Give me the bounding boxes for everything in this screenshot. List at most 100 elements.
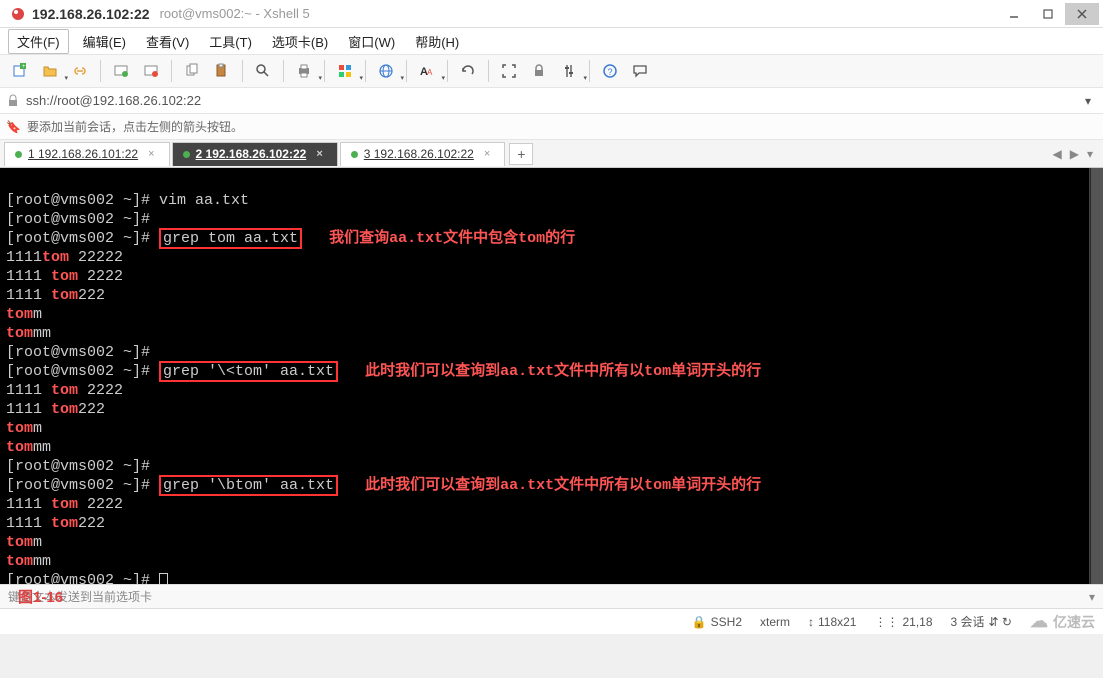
term-text: m [33,306,42,323]
fullscreen-icon[interactable] [495,58,523,84]
terminal[interactable]: [root@vms002 ~]# vim aa.txt [root@vms002… [0,168,1103,584]
figure-label: 图1-16 [18,586,63,607]
term-text: 1111 [6,287,51,304]
term-text: vim aa.txt [159,192,249,209]
term-text: 1111 [6,401,51,418]
match-text: tom [6,553,33,570]
paste-icon[interactable] [208,58,236,84]
tab-1[interactable]: 1 192.168.26.101:22 × [4,142,170,166]
match-text: tom [6,534,33,551]
annotation: 此时我们可以查询到aa.txt文件中所有以tom单词开头的行 [365,477,761,494]
svg-text:+: + [22,64,26,70]
link-icon[interactable] [66,58,94,84]
refresh-icon[interactable] [454,58,482,84]
term-text: mm [33,439,51,456]
term-text: m [33,420,42,437]
annotation: 此时我们可以查询到aa.txt文件中所有以tom单词开头的行 [365,363,761,380]
tab-3[interactable]: 3 192.168.26.102:22 × [340,142,506,166]
prompt: [root@vms002 ~]# [6,344,159,361]
close-button[interactable] [1065,3,1099,25]
offline-icon[interactable] [137,58,165,84]
menu-help[interactable]: 帮助(H) [405,29,469,54]
tab-2[interactable]: 2 192.168.26.102:22 × [172,142,338,166]
term-text: 222 [78,287,105,304]
copy-icon[interactable] [178,58,206,84]
tab-label: 1 192.168.26.101:22 [28,147,138,161]
menu-view[interactable]: 查看(V) [136,29,199,54]
menu-bar: 文件(F) 编辑(E) 查看(V) 工具(T) 选项卡(B) 窗口(W) 帮助(… [0,28,1103,54]
search-icon[interactable] [249,58,277,84]
menu-file[interactable]: 文件(F) [8,29,69,54]
color-icon[interactable]: ▾ [331,58,359,84]
address-bar: ssh://root@192.168.26.102:22 ▾ [0,88,1103,114]
status-dot-icon [351,151,358,158]
term-text: m [33,534,42,551]
term-text: mm [33,553,51,570]
terminal-scrollbar[interactable] [1089,168,1103,584]
info-bar: 🔖 要添加当前会话，点击左侧的箭头按钮。 [0,114,1103,140]
match-text: tom [51,382,78,399]
match-text: tom [6,420,33,437]
hint-dropdown-icon[interactable]: ▾ [1089,590,1095,604]
prompt: [root@vms002 ~]# [6,572,159,584]
app-icon [10,6,26,22]
minimize-button[interactable] [997,3,1031,25]
print-icon[interactable]: ▾ [290,58,318,84]
open-icon[interactable]: ▾ [36,58,64,84]
status-pos: ⋮⋮ 21,18 [874,615,932,629]
match-text: tom [51,287,78,304]
title-bar: 192.168.26.102:22 root@vms002:~ - Xshell… [0,0,1103,28]
maximize-button[interactable] [1031,3,1065,25]
new-session-icon[interactable]: + [6,58,34,84]
prompt: [root@vms002 ~]# [6,458,159,475]
term-text: 222 [78,401,105,418]
status-sessions: 3 会话 ⇵ ↻ [951,613,1012,630]
online-icon[interactable] [107,58,135,84]
status-bar: 🔒 SSH2 xterm ↕ 118x21 ⋮⋮ 21,18 3 会话 ⇵ ↻ … [0,608,1103,634]
prompt: [root@vms002 ~]# [6,477,159,494]
settings-icon[interactable]: ▾ [555,58,583,84]
globe-icon[interactable]: ▾ [372,58,400,84]
cloud-logo: ☁ 亿速云 [1030,611,1095,632]
tab-next-icon[interactable]: ▶ [1070,147,1079,161]
font-icon[interactable]: AA▾ [413,58,441,84]
address-text[interactable]: ssh://root@192.168.26.102:22 [26,93,1079,108]
chat-icon[interactable] [626,58,654,84]
menu-tools[interactable]: 工具(T) [199,29,262,54]
match-text: tom [51,515,78,532]
match-text: tom [42,249,69,266]
term-text: 2222 [78,268,123,285]
tab-list-icon[interactable]: ▾ [1087,147,1093,161]
lock-icon[interactable] [525,58,553,84]
term-text: 222 [78,515,105,532]
bookmark-icon[interactable]: 🔖 [6,120,21,134]
menu-edit[interactable]: 编辑(E) [73,29,136,54]
help-icon[interactable]: ? [596,58,624,84]
tab-prev-icon[interactable]: ◀ [1053,147,1062,161]
prompt: [root@vms002 ~]# [6,363,159,380]
status-dot-icon [15,151,22,158]
term-text: 1111 [6,249,42,266]
menu-tabs[interactable]: 选项卡(B) [262,29,338,54]
menu-window[interactable]: 窗口(W) [338,29,405,54]
address-dropdown[interactable]: ▾ [1079,94,1097,108]
match-text: tom [6,325,33,342]
tab-close-icon[interactable]: × [484,148,490,160]
cursor [159,573,168,584]
term-text: 1111 [6,515,51,532]
svg-text:A: A [427,68,433,77]
svg-text:?: ? [608,67,613,77]
tab-close-icon[interactable]: × [316,148,322,160]
title-subtitle: root@vms002:~ - Xshell 5 [160,6,310,21]
toolbar: + ▾ ▾ ▾ ▾ AA▾ ▾ ? [0,54,1103,88]
footer-hint-bar: 键盘文本发送到当前选项卡 图1-16 ▾ [0,584,1103,608]
tab-label: 2 192.168.26.102:22 [196,147,307,161]
term-text: 1111 [6,496,51,513]
term-text: 2222 [78,496,123,513]
match-text: tom [6,439,33,456]
prompt: [root@vms002 ~]# [6,230,159,247]
tab-add-button[interactable]: + [509,143,533,165]
highlighted-cmd: grep '\<tom' aa.txt [159,361,338,382]
match-text: tom [51,268,78,285]
tab-close-icon[interactable]: × [148,148,154,160]
